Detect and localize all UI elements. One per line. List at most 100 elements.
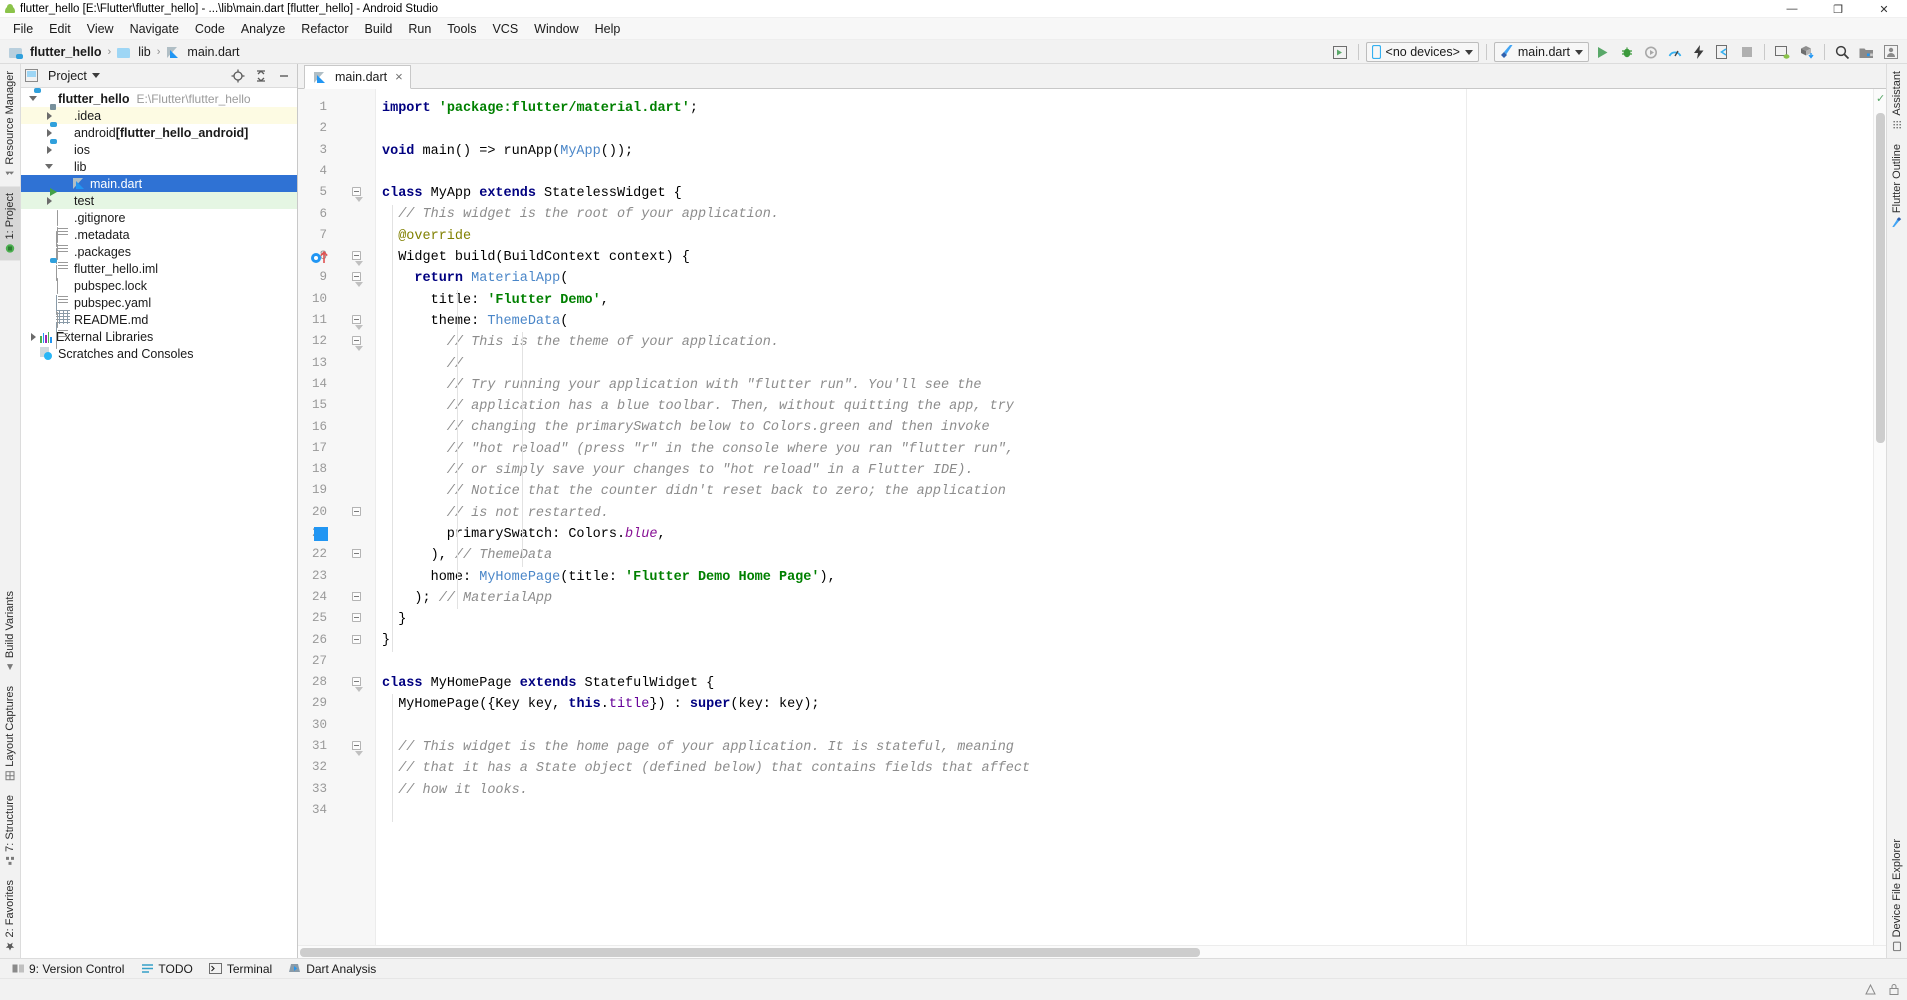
- tree-expand-arrow-icon[interactable]: [43, 143, 56, 156]
- run-button[interactable]: [1592, 42, 1613, 62]
- tree-node-idea[interactable]: .idea: [21, 107, 297, 124]
- search-everywhere-icon[interactable]: [1832, 42, 1853, 62]
- menu-vcs[interactable]: VCS: [484, 19, 526, 39]
- menu-navigate[interactable]: Navigate: [122, 19, 187, 39]
- debug-button[interactable]: [1616, 42, 1637, 62]
- breadcrumb-file[interactable]: main.dart: [163, 44, 242, 60]
- breadcrumb-lib[interactable]: lib: [114, 44, 154, 60]
- tree-expand-arrow-icon[interactable]: [43, 160, 56, 173]
- fold-region-end-icon[interactable]: [352, 506, 363, 518]
- fold-region-start-icon[interactable]: [352, 677, 363, 693]
- tree-node-packages[interactable]: .packages: [21, 243, 297, 281]
- editor-vertical-scrollbar[interactable]: ✓: [1873, 89, 1886, 945]
- menu-run[interactable]: Run: [400, 19, 439, 39]
- run-with-coverage-button[interactable]: [1640, 42, 1661, 62]
- bottom-tool-window-todo[interactable]: TODO: [133, 961, 199, 977]
- hide-panel-button[interactable]: [275, 67, 293, 85]
- breadcrumb-project[interactable]: flutter_hello: [6, 44, 105, 60]
- tree-node-readme-md[interactable]: README.md: [21, 311, 297, 349]
- fold-region-end-icon[interactable]: [352, 549, 363, 560]
- code-editor[interactable]: 1234567891011121314151617181920212223242…: [298, 89, 1886, 945]
- stop-button[interactable]: [1736, 42, 1757, 62]
- tree-expand-arrow-icon[interactable]: [43, 109, 56, 122]
- user-account-icon[interactable]: [1880, 42, 1901, 62]
- fold-region-end-icon[interactable]: [352, 613, 363, 624]
- source-code[interactable]: import 'package:flutter/material.dart'; …: [376, 89, 1873, 822]
- tree-node-test[interactable]: test: [21, 192, 297, 209]
- tree-node-lib[interactable]: lib: [21, 158, 297, 175]
- profiler-button[interactable]: [1664, 42, 1685, 62]
- menu-tools[interactable]: Tools: [439, 19, 484, 39]
- tool-window-layout-captures[interactable]: Layout Captures: [0, 679, 20, 788]
- fold-region-end-icon[interactable]: [352, 591, 363, 603]
- menu-view[interactable]: View: [79, 19, 122, 39]
- tool-window-favorites[interactable]: 2: Favorites: [0, 873, 20, 958]
- avd-manager-icon[interactable]: [1772, 42, 1793, 62]
- minimize-button[interactable]: —: [1769, 0, 1815, 18]
- project-tree[interactable]: flutter_hello E:\Flutter\flutter_hello .id…: [21, 88, 297, 958]
- locate-in-tree-button[interactable]: [229, 67, 247, 85]
- tree-node-metadata[interactable]: .metadata: [21, 226, 297, 264]
- lock-icon[interactable]: [1887, 983, 1901, 997]
- attach-debugger-icon[interactable]: [1712, 42, 1733, 62]
- fold-region-start-icon[interactable]: [352, 315, 363, 330]
- menu-file[interactable]: File: [5, 19, 41, 39]
- close-button[interactable]: ✕: [1861, 0, 1907, 18]
- code-viewport[interactable]: import 'package:flutter/material.dart'; …: [376, 89, 1873, 945]
- tool-window-build-variants[interactable]: Build Variants: [0, 584, 20, 679]
- fold-region-start-icon[interactable]: [352, 741, 363, 756]
- sdk-manager-icon[interactable]: [1796, 42, 1817, 62]
- tree-node-external-libraries[interactable]: External Libraries: [21, 328, 297, 345]
- maximize-button[interactable]: ❐: [1815, 0, 1861, 18]
- horizontal-scroll-thumb[interactable]: [300, 948, 1200, 957]
- bottom-tool-window-terminal[interactable]: Terminal: [202, 961, 279, 977]
- color-swatch-gutter-icon[interactable]: [314, 527, 328, 541]
- chevron-down-icon[interactable]: [91, 73, 100, 78]
- menu-code[interactable]: Code: [187, 19, 233, 39]
- menu-refactor[interactable]: Refactor: [293, 19, 356, 39]
- menu-help[interactable]: Help: [587, 19, 629, 39]
- tree-expand-arrow-icon[interactable]: [43, 194, 56, 207]
- editor-gutter[interactable]: 1234567891011121314151617181920212223242…: [298, 89, 376, 945]
- bottom-tool-window-9-version-control[interactable]: 9: Version Control: [4, 961, 131, 977]
- tree-expand-arrow-icon[interactable]: [27, 330, 40, 343]
- menu-edit[interactable]: Edit: [41, 19, 79, 39]
- project-structure-icon[interactable]: [1856, 42, 1877, 62]
- tool-window-resource-manager[interactable]: Resource Manager: [0, 64, 20, 186]
- tree-expand-arrow-icon[interactable]: [27, 92, 40, 105]
- tree-node-scratches-and-consoles[interactable]: Scratches and Consoles: [21, 345, 297, 362]
- apply-changes-icon[interactable]: [1688, 42, 1709, 62]
- tool-window-device-file-explorer[interactable]: Device File Explorer: [1887, 832, 1907, 958]
- tool-window-structure[interactable]: 7: Structure: [0, 788, 20, 873]
- fold-region-start-icon[interactable]: [352, 336, 363, 352]
- menu-build[interactable]: Build: [357, 19, 401, 39]
- editor-horizontal-scrollbar[interactable]: [298, 945, 1886, 958]
- bottom-tool-window-dart-analysis[interactable]: Dart Analysis: [281, 961, 383, 977]
- tree-node-flutter-hello-iml[interactable]: flutter_hello.iml: [21, 260, 297, 277]
- tree-node-flutter-hello[interactable]: flutter_hello E:\Flutter\flutter_hello: [21, 90, 297, 107]
- menu-analyze[interactable]: Analyze: [233, 19, 293, 39]
- run-configuration-combo[interactable]: main.dart: [1493, 42, 1589, 62]
- fold-region-start-icon[interactable]: [352, 272, 363, 288]
- fold-region-start-icon[interactable]: [352, 187, 363, 203]
- fold-region-start-icon[interactable]: [352, 251, 363, 267]
- device-selector-combo[interactable]: <no devices>: [1365, 42, 1479, 62]
- collapse-all-button[interactable]: [252, 67, 270, 85]
- tool-window-assistant[interactable]: Assistant: [1887, 64, 1907, 137]
- fold-region-end-icon[interactable]: [352, 634, 363, 646]
- tool-window-project[interactable]: 1: Project: [0, 185, 20, 261]
- tree-node-pubspec-yaml[interactable]: pubspec.yaml: [21, 294, 297, 339]
- event-log-icon[interactable]: [1863, 983, 1877, 997]
- close-tab-icon[interactable]: ×: [395, 70, 403, 83]
- tree-expand-arrow-icon[interactable]: [43, 126, 56, 139]
- vertical-scroll-thumb[interactable]: [1876, 113, 1885, 443]
- tree-node-ios[interactable]: ios: [21, 141, 297, 158]
- open-preview-icon[interactable]: [1330, 42, 1351, 62]
- tree-node-pubspec-lock[interactable]: pubspec.lock: [21, 277, 297, 315]
- tool-window-flutter-outline[interactable]: Flutter Outline: [1887, 137, 1907, 234]
- menu-window[interactable]: Window: [526, 19, 586, 39]
- tree-node-android[interactable]: android [flutter_hello_android]: [21, 124, 297, 141]
- tree-node-main-dart[interactable]: main.dart: [21, 175, 297, 192]
- editor-tab-main-dart[interactable]: main.dart ×: [304, 65, 411, 89]
- override-method-gutter-icon[interactable]: [310, 251, 332, 264]
